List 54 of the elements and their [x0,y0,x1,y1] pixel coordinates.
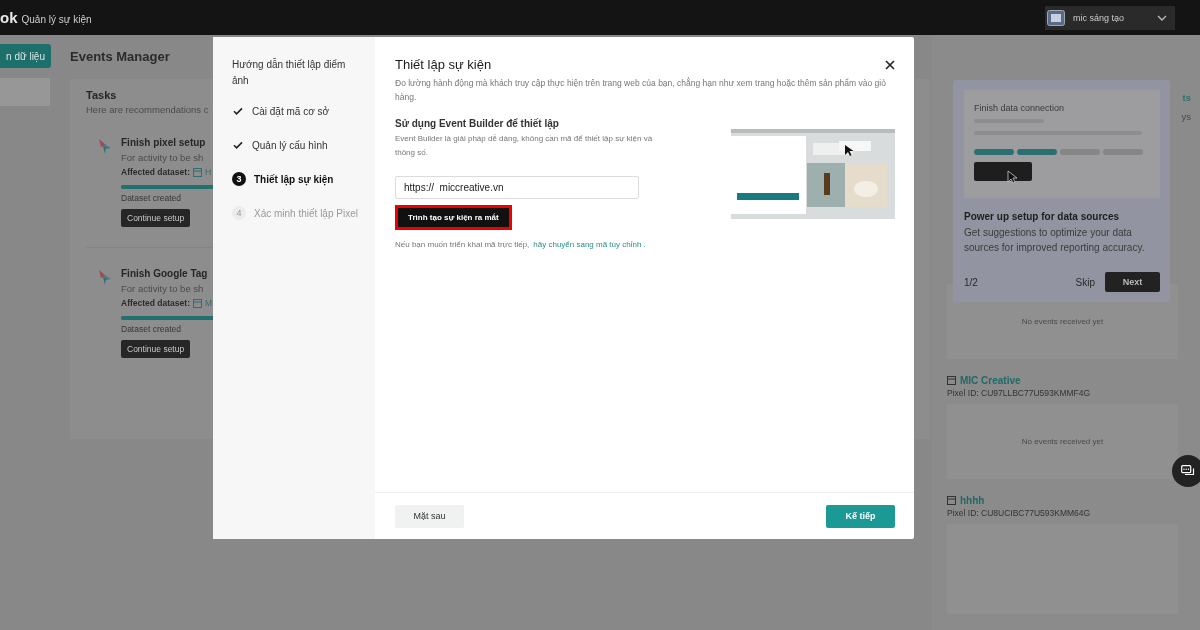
check-icon [232,139,244,151]
sidebar-button[interactable]: n dữ liệu [0,44,51,68]
section-subtitle: Here are recommendations c [86,104,209,115]
skip-button[interactable]: Skip [1075,276,1095,288]
step-item[interactable]: Cài đặt mã cơ sở [232,94,363,128]
dataset-icon [192,298,202,308]
empty-message: No events received yet [1021,437,1104,446]
task-title: Finish pixel setup [121,137,206,148]
task-title: Finish Google Tag [121,268,208,279]
tour-text: Get suggestions to optimize your data sources for improved reporting accuracy. [964,226,1146,255]
step-item[interactable]: 3 Thiết lập sự kiện [232,162,363,196]
status-text: Dataset created [121,324,181,334]
app-title: Quản lý sự kiện [21,14,92,25]
page-title: Events Manager [70,49,170,64]
launch-button[interactable]: Trình tạo sự kiện ra mắt [395,205,512,231]
modal-description: Đo lường hành động mà khách truy cập thực hiện trên trang web của bạn, chẳng hạn như xem trang hoặc thêm sản phẩm vào giỏ hàng. [395,76,887,104]
step-counter: 1/2 [964,276,979,288]
close-icon [885,59,895,70]
section-title: Tasks [86,89,117,101]
close-button[interactable] [885,59,895,70]
dataset-icon [192,167,202,177]
continue-button[interactable]: Continue setup [121,340,191,358]
modal-title: Thiết lập sự kiện [395,57,492,72]
dataset-icon [947,496,956,505]
status-text: Dataset created [121,193,181,203]
custom-code-link[interactable]: hãy chuyển sang mã tùy chỉnh . [533,240,646,250]
step-number: 4 [232,206,246,220]
step-item[interactable]: Quản lý cấu hình [232,128,363,162]
cut-off-text: ts [1182,92,1191,103]
url-field[interactable]: https:// miccreative.vn [395,176,639,200]
card-title: Finish data connection [974,103,1066,113]
section-text: Event Builder là giải pháp dễ dàng, không cần mã để thiết lập sự kiện và thông số. [395,133,654,160]
dataset-icon [947,376,956,385]
check-icon [232,105,244,117]
empty-message: No events received yet [1021,317,1104,326]
dataset-label: Affected dataset: [121,167,190,177]
logo-text: ok [0,9,18,26]
tour-title: Power up setup for data sources [964,211,1121,222]
avatar-icon [1047,9,1065,26]
dataset-label: Affected dataset: [121,298,190,308]
step-number: 3 [232,172,246,186]
pixel-id: Pixel ID: CU8UCIBC77U593KMM64G [947,508,1092,518]
chevron-down-icon [1157,14,1167,21]
guide-title: Hướng dẫn thiết lập điểm ảnh [232,57,347,88]
pin-icon [96,268,112,286]
continue-button[interactable]: Continue setup [121,209,191,227]
note-text: Nếu bạn muốn triển khai mã trực tiếp, [395,240,530,250]
next-button[interactable]: Next [1105,272,1160,292]
pixel-id: Pixel ID: CU97LLBC77U593KMMF4G [947,388,1092,398]
pin-icon [96,137,112,155]
chat-icon [1181,465,1195,477]
section-title: Sử dụng Event Builder để thiết lập [395,118,559,130]
account-menu[interactable]: mic sáng tạo [1045,5,1175,30]
back-button[interactable]: Mặt sau [395,504,464,528]
